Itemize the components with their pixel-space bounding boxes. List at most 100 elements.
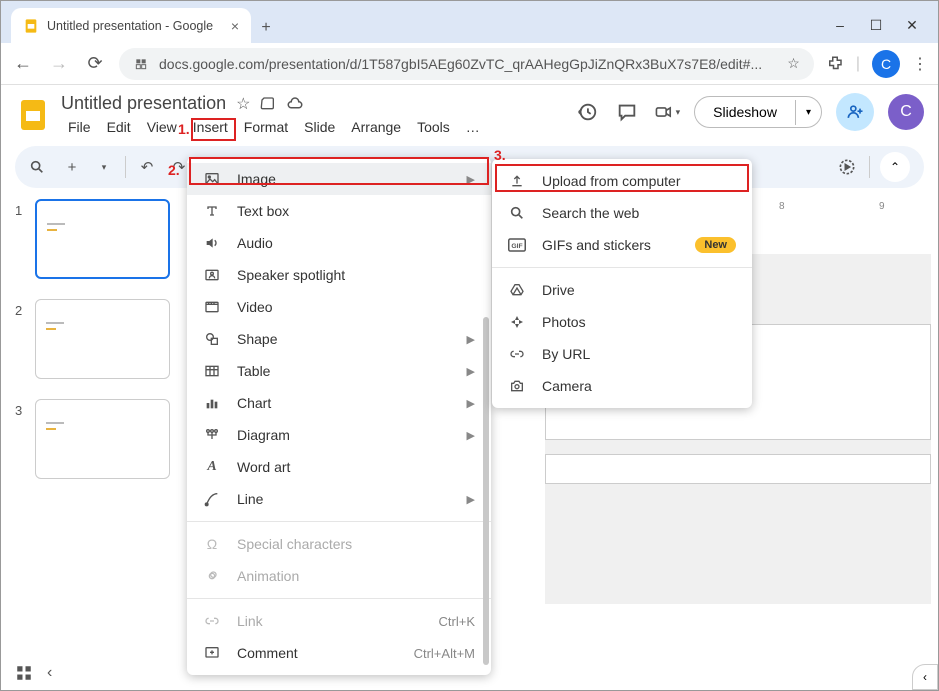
undo-icon[interactable]: ↶ <box>136 158 158 176</box>
rec-icon[interactable] <box>837 157 859 177</box>
slideshow-dropdown[interactable]: ▾ <box>795 100 821 125</box>
menu-item-diagram[interactable]: Diagram ▶ <box>187 419 491 451</box>
cloud-status-icon[interactable] <box>286 95 304 113</box>
word-art-icon: A <box>203 459 221 475</box>
submenu-arrow-icon: ▶ <box>467 397 475 410</box>
menu-more[interactable]: … <box>459 116 487 138</box>
link-icon <box>203 613 221 629</box>
menu-item-animation: Animation <box>187 560 491 592</box>
browser-top-bar: Untitled presentation - Google × + – ☐ ✕ <box>1 1 938 43</box>
new-tab-button[interactable]: + <box>251 19 281 43</box>
menu-item-video[interactable]: Video <box>187 291 491 323</box>
divider <box>125 156 126 178</box>
comment-icon <box>203 645 221 661</box>
meet-icon[interactable]: ▾ <box>654 99 680 125</box>
submenu-arrow-icon: ▶ <box>467 429 475 442</box>
window-maximize-icon[interactable]: ☐ <box>868 17 884 33</box>
new-slide-dropdown[interactable]: ▾ <box>93 162 115 173</box>
site-info-icon[interactable] <box>133 56 149 72</box>
slide-number: 1 <box>15 199 27 279</box>
menu-item-gifs-and-stickers[interactable]: GIF GIFs and stickers New <box>492 229 752 261</box>
window-close-icon[interactable]: ✕ <box>904 17 920 33</box>
submenu-arrow-icon: ▶ <box>467 493 475 506</box>
menu-item-table[interactable]: Table ▶ <box>187 355 491 387</box>
search-menus-icon[interactable] <box>29 159 51 175</box>
insert-menu: Image ▶ Text box Audio Speaker spotlight… <box>187 157 491 675</box>
prev-slide-icon[interactable]: ‹ <box>47 664 52 682</box>
menu-item-chart[interactable]: Chart ▶ <box>187 387 491 419</box>
menu-item-drive[interactable]: Drive <box>492 274 752 306</box>
menu-separator <box>187 598 491 599</box>
link-icon <box>508 346 526 362</box>
menu-item-line[interactable]: Line ▶ <box>187 483 491 515</box>
menu-slide[interactable]: Slide <box>297 116 342 138</box>
menu-item-search-the-web[interactable]: Search the web <box>492 197 752 229</box>
profile-avatar[interactable]: C <box>872 50 900 78</box>
chrome-menu-icon[interactable]: ⋮ <box>912 54 928 74</box>
divider <box>869 156 870 178</box>
menu-item-camera[interactable]: Camera <box>492 370 752 402</box>
account-avatar[interactable]: C <box>888 94 924 130</box>
menu-format[interactable]: Format <box>237 116 295 138</box>
menu-item-comment[interactable]: Comment Ctrl+Alt+M <box>187 637 491 669</box>
slide-number: 3 <box>15 399 27 479</box>
doc-title[interactable]: Untitled presentation <box>61 93 226 114</box>
browser-tab[interactable]: Untitled presentation - Google × <box>11 8 251 43</box>
menu-item-shape[interactable]: Shape ▶ <box>187 323 491 355</box>
audio-icon <box>203 235 221 251</box>
placeholder-box[interactable] <box>545 454 931 484</box>
annotation-highlight <box>189 157 489 185</box>
menu-item-by-url[interactable]: By URL <box>492 338 752 370</box>
new-slide-icon[interactable]: + <box>61 159 83 176</box>
menu-item-word-art[interactable]: A Word art <box>187 451 491 483</box>
tab-close-icon[interactable]: × <box>231 18 239 34</box>
menu-separator <box>492 267 752 268</box>
url-box[interactable]: docs.google.com/presentation/d/1T587gbI5… <box>119 48 814 80</box>
menu-file[interactable]: File <box>61 116 98 138</box>
collapse-toolbar-icon[interactable]: ⌃ <box>880 152 910 182</box>
app-header: Untitled presentation ☆ File Edit View I… <box>1 85 938 138</box>
address-bar: ← → ⟳ docs.google.com/presentation/d/1T5… <box>1 43 938 85</box>
history-icon[interactable] <box>574 99 600 125</box>
line-icon <box>203 491 221 507</box>
menu-item-audio[interactable]: Audio <box>187 227 491 259</box>
star-icon[interactable]: ☆ <box>787 55 800 72</box>
comments-icon[interactable] <box>614 99 640 125</box>
extensions-icon[interactable] <box>826 55 844 73</box>
menu-arrange[interactable]: Arrange <box>344 116 408 138</box>
svg-text:GIF: GIF <box>511 243 522 250</box>
slide-thumbnail[interactable] <box>35 299 170 379</box>
video-icon <box>203 299 221 315</box>
annotation-label: 2. <box>168 162 180 178</box>
forward-button[interactable]: → <box>47 53 71 74</box>
menu-item-photos[interactable]: Photos <box>492 306 752 338</box>
slide-thumbnail[interactable] <box>35 199 170 279</box>
submenu-arrow-icon: ▶ <box>467 333 475 346</box>
menu-item-link: Link Ctrl+K <box>187 605 491 637</box>
slide-number: 2 <box>15 299 27 379</box>
chart-icon <box>203 395 221 411</box>
slides-logo-icon[interactable] <box>15 97 51 133</box>
menu-tools[interactable]: Tools <box>410 116 457 138</box>
menu-item-special-characters: Ω Special characters <box>187 528 491 560</box>
star-icon[interactable]: ☆ <box>236 94 250 114</box>
menu-edit[interactable]: Edit <box>100 116 138 138</box>
window-minimize-icon[interactable]: – <box>832 17 848 33</box>
camera-icon <box>508 378 526 394</box>
move-icon[interactable] <box>260 96 276 112</box>
menu-item-speaker-spotlight[interactable]: Speaker spotlight <box>187 259 491 291</box>
slideshow-button[interactable]: Slideshow ▾ <box>694 96 822 128</box>
ruler-mark: 9 <box>879 201 885 212</box>
special-characters-icon: Ω <box>203 536 221 552</box>
annotation-label: 3. <box>494 147 506 163</box>
show-side-panel-icon[interactable]: ‹ <box>912 664 938 690</box>
animation-icon <box>203 568 221 584</box>
grid-view-icon[interactable] <box>15 664 33 682</box>
reload-button[interactable]: ⟳ <box>83 53 107 74</box>
share-button[interactable] <box>836 93 874 131</box>
slide-thumbnail[interactable] <box>35 399 170 479</box>
menu-scrollbar[interactable] <box>483 317 489 665</box>
back-button[interactable]: ← <box>11 53 35 74</box>
menu-item-text-box[interactable]: Text box <box>187 195 491 227</box>
menubar: File Edit View Insert Format Slide Arran… <box>61 116 564 138</box>
